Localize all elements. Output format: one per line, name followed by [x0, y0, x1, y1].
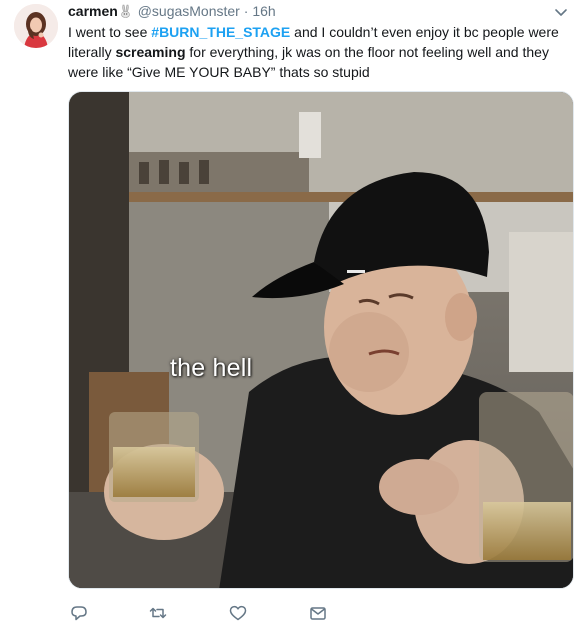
- display-name[interactable]: carmen: [68, 3, 118, 19]
- photo-illustration: [69, 92, 573, 588]
- direct-message-button[interactable]: [307, 602, 329, 624]
- envelope-icon: [310, 607, 326, 620]
- tweet-media-photo[interactable]: the hell: [68, 91, 574, 589]
- tweet-header: carmen @sugasMonster · 16h: [68, 3, 276, 19]
- tweet-text-segment: I went to see: [68, 24, 152, 40]
- reply-button[interactable]: [68, 602, 90, 624]
- avatar[interactable]: [14, 4, 58, 48]
- like-button[interactable]: [227, 602, 249, 624]
- avatar-image: [14, 4, 58, 48]
- media-caption: the hell: [170, 354, 253, 382]
- header-separator: ·: [243, 3, 249, 19]
- tweet-text-bold: screaming: [115, 44, 186, 60]
- tweet: carmen @sugasMonster · 16h I went to see…: [0, 0, 582, 632]
- retweet-icon: [149, 607, 167, 619]
- tweet-timestamp[interactable]: 16h: [252, 3, 275, 19]
- tweet-actions: [68, 602, 368, 624]
- reply-icon: [71, 606, 87, 621]
- retweet-button[interactable]: [147, 602, 169, 624]
- hashtag-link[interactable]: #BURN_THE_STAGE: [151, 24, 290, 40]
- tweet-text: I went to see #BURN_THE_STAGE and I coul…: [68, 22, 574, 82]
- chevron-down-icon[interactable]: [553, 4, 569, 20]
- user-handle[interactable]: @sugasMonster: [138, 3, 240, 19]
- rabbit-emoji-icon: [121, 4, 130, 18]
- heart-icon: [229, 605, 247, 621]
